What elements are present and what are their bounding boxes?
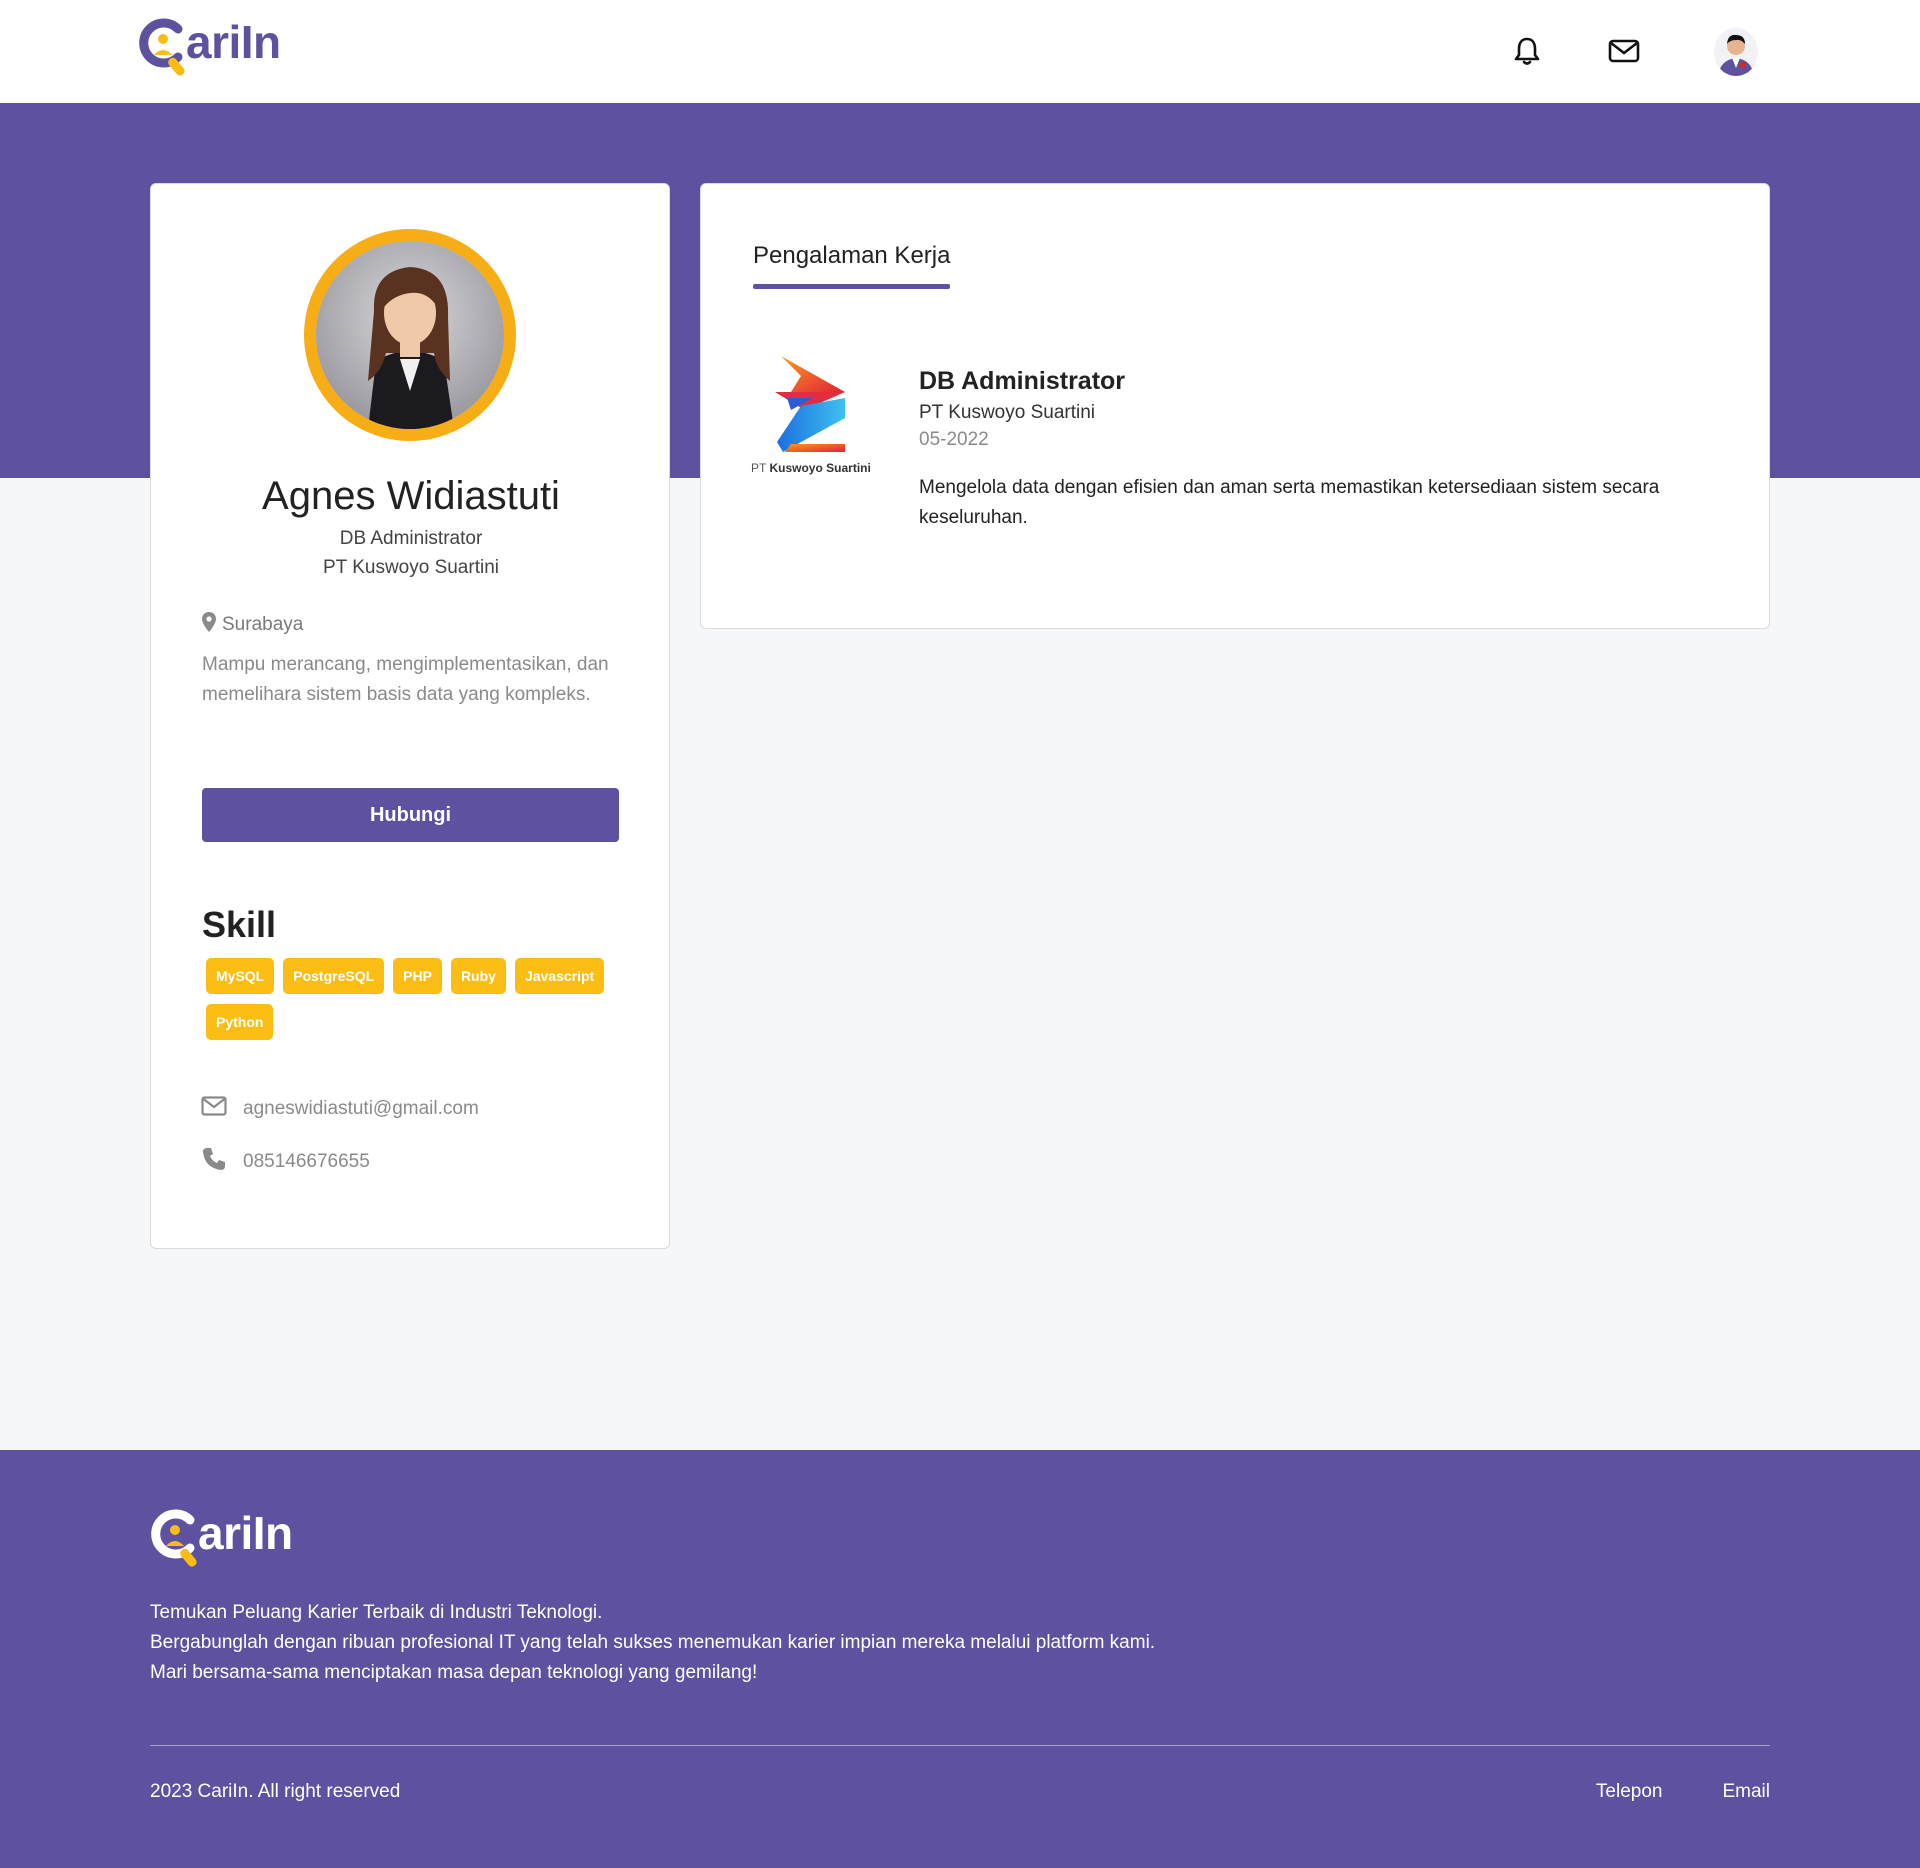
email-row: agneswidiastuti@gmail.com [201, 1096, 479, 1122]
mail-icon[interactable] [1607, 34, 1641, 68]
experience-company: PT Kuswoyo Suartini [919, 402, 1096, 423]
location-text: Surabaya [222, 614, 304, 635]
profile-name: Agnes Widiastuti [262, 474, 560, 518]
phone-text[interactable]: 085146676655 [243, 1151, 370, 1173]
tab-work-experience[interactable]: Pengalaman Kerja [753, 242, 950, 270]
profile-photo-ring [304, 229, 516, 441]
skill-badge: MySQL [206, 958, 275, 994]
logo-magnifier-icon [138, 17, 188, 76]
map-pin-icon [202, 612, 216, 638]
experience-description: Mengelola data dengan efisien dan aman s… [919, 477, 1660, 528]
tagline-line: Temukan Peluang Karier Terbaik di Indust… [150, 1602, 603, 1623]
footer-links: Telepon Email [1596, 1781, 1770, 1803]
footer-divider [150, 1745, 1770, 1746]
contact-button[interactable]: Hubungi [202, 788, 619, 842]
profile-role: DB Administrator [339, 528, 483, 549]
skill-badge: Python [206, 1004, 274, 1040]
tab-active-indicator [753, 284, 950, 289]
profile-photo [316, 241, 504, 429]
copyright: 2023 CariIn. All right reserved [150, 1781, 401, 1802]
tagline-line: Bergabunglah dengan ribuan profesional I… [150, 1632, 1156, 1653]
bell-icon[interactable] [1510, 34, 1544, 68]
skill-heading: Skill [202, 904, 277, 945]
footer-link-phone[interactable]: Telepon [1596, 1781, 1663, 1803]
skill-badge: PostgreSQL [283, 958, 385, 994]
footer-brand-logo[interactable]: ariIn [150, 1507, 293, 1567]
envelope-icon [201, 1096, 227, 1122]
user-avatar[interactable] [1714, 28, 1758, 76]
phone-icon [201, 1146, 227, 1178]
company-logo: PT Kuswoyo Suartini [751, 356, 891, 476]
footer-tagline: Temukan Peluang Karier Terbaik di Indust… [150, 1598, 1155, 1688]
experience-date: 05-2022 [919, 429, 989, 450]
brand-logo[interactable]: ariIn [138, 16, 281, 76]
brand-wordmark: ariIn [186, 16, 281, 68]
navbar: ariIn [0, 0, 1920, 103]
profile-company: PT Kuswoyo Suartini [322, 557, 499, 578]
profile-bio: Mampu merancang, mengimplementasikan, da… [202, 654, 609, 705]
experience-title: DB Administrator [919, 367, 1126, 395]
skill-badge: Ruby [450, 958, 506, 994]
email-text[interactable]: agneswidiastuti@gmail.com [243, 1098, 479, 1120]
footer: ariIn Temukan Peluang Karier Terbaik di … [0, 1450, 1920, 1868]
footer-wordmark: ariIn [198, 1507, 293, 1559]
profile-card: Agnes Widiastuti DB Administrator PT Kus… [150, 183, 670, 1249]
experience-card: Pengalaman Kerja PT Kuswoyo Suartini DB … [700, 183, 1770, 629]
logo-magnifier-icon [150, 1508, 200, 1567]
profile-location: Surabaya [202, 612, 303, 638]
phone-row: 085146676655 [201, 1146, 370, 1178]
skill-badge: Javascript [514, 958, 605, 994]
company-logo-text: PT Kuswoyo Suartini [751, 461, 871, 475]
skill-badge: PHP [393, 958, 442, 994]
skill-list: MySQL PostgreSQL PHP Ruby Javascript Pyt… [206, 958, 626, 1040]
tagline-line: Mari bersama-sama menciptakan masa depan… [150, 1662, 758, 1683]
footer-link-email[interactable]: Email [1722, 1781, 1770, 1803]
